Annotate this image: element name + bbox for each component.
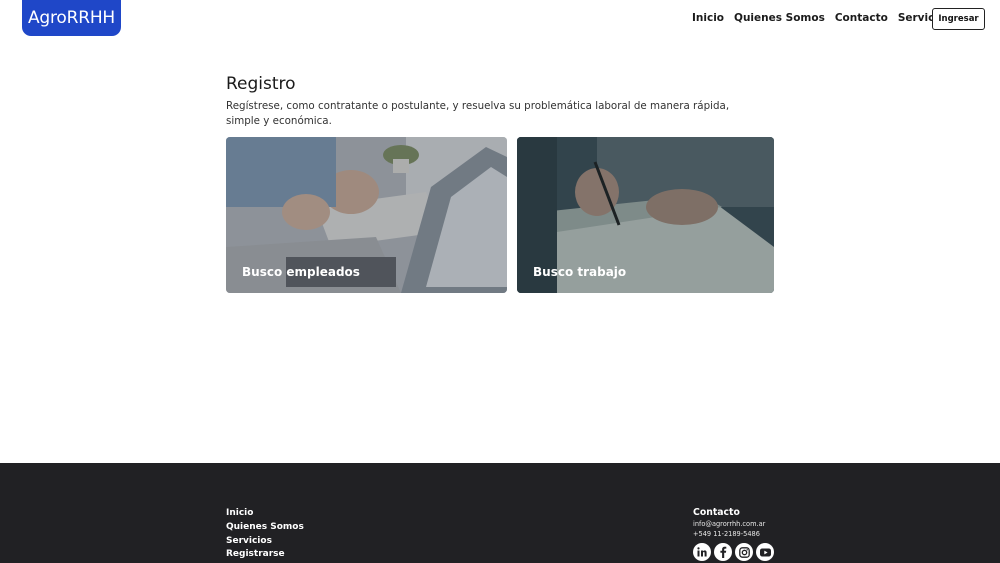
- page-title: Registro: [226, 74, 296, 94]
- card-busco-empleados[interactable]: Busco empleados: [226, 137, 507, 293]
- card-busco-trabajo[interactable]: Busco trabajo: [517, 137, 774, 293]
- linkedin-icon[interactable]: [693, 543, 711, 561]
- intro-text: Regístrese, como contratante o postulant…: [226, 100, 730, 127]
- login-button[interactable]: Ingresar: [932, 8, 985, 30]
- footer-contact: Contacto info@agrorrhh.com.ar +549 11-21…: [693, 507, 777, 561]
- logo[interactable]: AgroRRHH: [22, 0, 121, 36]
- youtube-icon[interactable]: [756, 543, 774, 561]
- footer-contact-email[interactable]: info@agrorrhh.com.ar: [693, 519, 777, 529]
- instagram-icon[interactable]: [735, 543, 753, 561]
- footer-contact-title: Contacto: [693, 507, 740, 518]
- facebook-icon[interactable]: [714, 543, 732, 561]
- nav-inicio[interactable]: Inicio: [692, 12, 724, 24]
- footer-links: Inicio Quienes Somos Servicios Registrar…: [226, 507, 304, 562]
- nav-contacto[interactable]: Contacto: [835, 12, 888, 24]
- footer-link-inicio[interactable]: Inicio: [226, 507, 304, 521]
- social-links: [693, 543, 777, 561]
- footer-link-registrarse[interactable]: Registrarse: [226, 548, 304, 562]
- site-footer: Inicio Quienes Somos Servicios Registrar…: [0, 463, 1000, 563]
- footer-link-quienes-somos[interactable]: Quienes Somos: [226, 521, 304, 535]
- footer-link-servicios[interactable]: Servicios: [226, 535, 304, 549]
- card-label-busco-empleados: Busco empleados: [242, 265, 360, 279]
- footer-contact-phone: +549 11-2189-5486: [693, 530, 760, 538]
- nav-quienes-somos[interactable]: Quienes Somos: [734, 12, 825, 24]
- card-label-busco-trabajo: Busco trabajo: [533, 265, 627, 279]
- main-nav: Inicio Quienes Somos Contacto Servicios: [692, 12, 961, 24]
